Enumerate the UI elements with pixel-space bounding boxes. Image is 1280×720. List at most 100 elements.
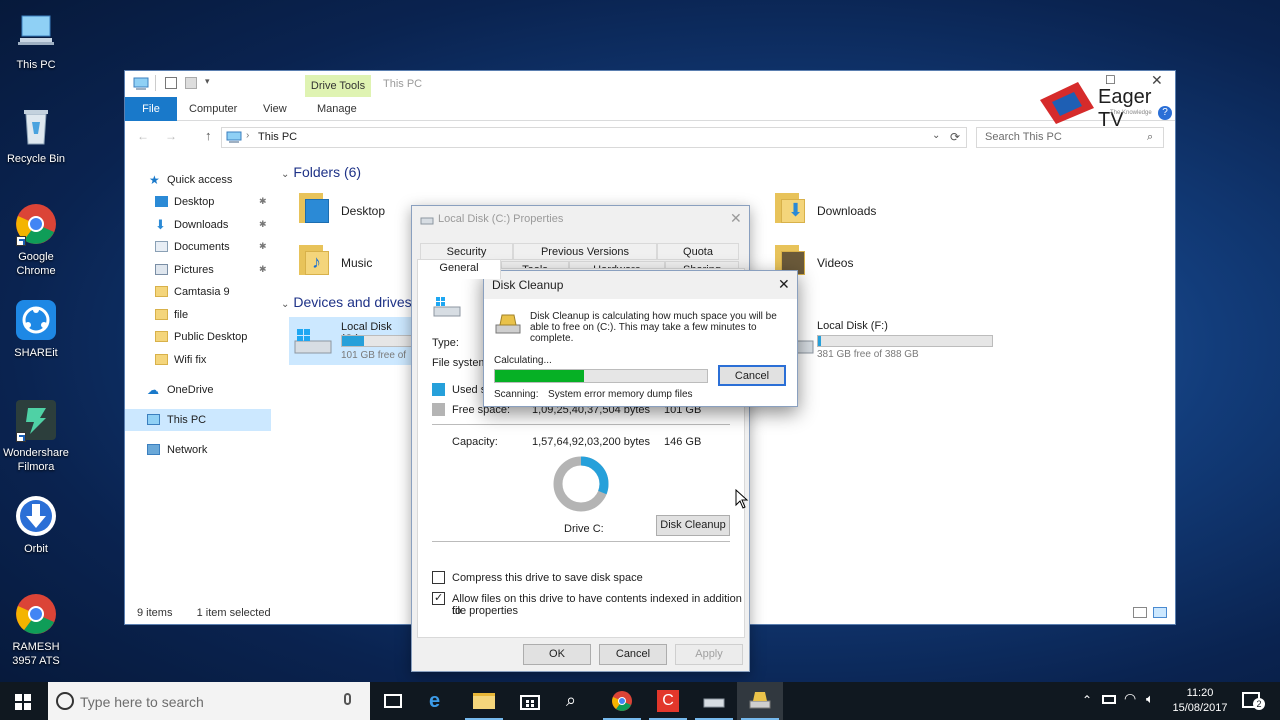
nav-quick-access[interactable]: ★ Quick access <box>125 169 271 191</box>
tab-previous-versions[interactable]: Previous Versions <box>513 243 657 260</box>
index-checkbox[interactable]: ✓ <box>432 592 445 605</box>
up-arrow-icon[interactable]: ↑ <box>205 128 212 143</box>
quick-access-toolbar-dropdown-icon[interactable]: ▾ <box>205 76 210 87</box>
desktop-icon-google-chrome[interactable]: Google Chrome <box>0 202 72 278</box>
nav-documents[interactable]: Documents ✱ <box>125 236 271 258</box>
cleanup-message-line: Disk Cleanup is calculating how much spa… <box>530 311 777 322</box>
desktop-icon-recycle-bin[interactable]: Recycle Bin <box>0 104 72 166</box>
nav-file[interactable]: file <box>125 304 271 326</box>
tab-general[interactable]: General <box>417 259 501 279</box>
taskbar: Type here to search e ⌕ C ⌃ ◠ 🔈︎ 11:20 1… <box>0 682 1280 720</box>
pin-icon[interactable]: ✱ <box>259 242 267 251</box>
help-icon[interactable]: ? <box>1158 106 1172 120</box>
large-icons-view-icon[interactable] <box>1153 607 1167 618</box>
orbit-download-icon <box>14 494 58 538</box>
eager-tv-logo: Eager TV The Knowledge ? <box>1038 78 1178 131</box>
wifi-icon[interactable]: ◠ <box>1124 690 1136 707</box>
windows-start-icon[interactable] <box>15 694 31 710</box>
taskbar-disk-cleanup[interactable] <box>737 682 783 720</box>
nav-network[interactable]: Network <box>125 439 271 461</box>
nav-pictures[interactable]: Pictures ✱ <box>125 259 271 281</box>
folder-music[interactable]: Music <box>341 256 372 270</box>
ok-button[interactable]: OK <box>523 644 591 665</box>
tab-quota[interactable]: Quota <box>657 243 739 260</box>
tab-file[interactable]: File <box>125 97 177 121</box>
battery-icon[interactable] <box>1102 695 1116 704</box>
breadcrumb[interactable]: This PC <box>258 131 297 143</box>
this-pc-icon <box>147 414 160 425</box>
desktop-folder-icon[interactable] <box>297 191 331 225</box>
pin-icon[interactable]: ✱ <box>259 220 267 229</box>
address-row: ← → ↑ › This PC ⌄ ⟳ Search This PC ⌕ <box>125 121 1175 151</box>
desktop-icon-wondershare-filmora[interactable]: Wondershare Filmora <box>0 398 72 474</box>
disk-cleanup-button[interactable]: Disk Cleanup <box>656 515 730 536</box>
window-title: This PC <box>383 78 423 90</box>
close-icon[interactable]: ✕ <box>730 210 742 227</box>
drive-c-tile[interactable]: Local Disk (C:) 101 GB free of <box>289 317 413 365</box>
folder-videos[interactable]: Videos <box>817 256 853 270</box>
cancel-button[interactable]: Cancel <box>599 644 667 665</box>
address-history-dropdown-icon[interactable]: ⌄ <box>932 130 940 141</box>
new-folder-quick-icon[interactable] <box>185 77 197 89</box>
taskbar-edge[interactable]: e <box>416 682 462 720</box>
scanning-label: Scanning: <box>494 389 539 400</box>
apply-button[interactable]: Apply <box>675 644 743 665</box>
close-icon[interactable]: ✕ <box>778 276 790 293</box>
cancel-button[interactable]: Cancel <box>718 365 786 386</box>
microphone-icon[interactable] <box>344 693 351 705</box>
camtasia-icon: C <box>657 690 679 712</box>
desktop-icon-this-pc[interactable]: This PC <box>0 10 72 72</box>
downloads-folder-icon[interactable]: ⬇ <box>773 191 807 225</box>
music-folder-icon[interactable]: ♪ <box>297 243 331 277</box>
refresh-icon[interactable]: ⟳ <box>950 130 960 144</box>
details-view-icon[interactable] <box>1133 607 1147 618</box>
address-bar[interactable]: › This PC ⌄ ⟳ <box>221 127 967 148</box>
taskbar-search-box[interactable]: Type here to search <box>48 682 370 720</box>
taskbar-chrome[interactable] <box>599 682 645 720</box>
nav-public-desktop[interactable]: Public Desktop <box>125 326 271 348</box>
tab-computer[interactable]: Computer <box>179 97 247 121</box>
clock[interactable]: 11:20 15/08/2017 <box>1170 686 1230 716</box>
desktop-icon-shareit[interactable]: SHAREit <box>0 298 72 360</box>
properties-quick-icon[interactable] <box>165 77 177 89</box>
taskbar-drive-properties[interactable] <box>691 682 737 720</box>
volume-icon[interactable]: 🔈︎ <box>1146 691 1154 707</box>
show-hidden-icons-chevron[interactable]: ⌃ <box>1082 693 1092 707</box>
nav-wifi-fix[interactable]: Wifi fix <box>125 349 271 371</box>
disk-cleanup-dialog: Disk Cleanup ✕ Disk Cleanup is calculati… <box>483 270 798 407</box>
cleanup-message-line: complete. <box>530 333 574 344</box>
this-pc-icon <box>226 131 242 143</box>
forward-arrow-icon[interactable]: → <box>165 129 177 143</box>
taskbar-magnifier[interactable]: ⌕ <box>552 682 598 720</box>
folder-desktop[interactable]: Desktop <box>341 204 385 218</box>
desktop-icon-ramesh-ats[interactable]: RAMESH 3957 ATS <box>0 592 72 668</box>
tab-view[interactable]: View <box>253 97 297 121</box>
back-arrow-icon[interactable]: ← <box>137 129 149 143</box>
nav-label: OneDrive <box>167 384 214 396</box>
compress-checkbox[interactable] <box>432 571 445 584</box>
pin-icon[interactable]: ✱ <box>259 197 267 206</box>
nav-downloads[interactable]: ⬇ Downloads ✱ <box>125 214 271 236</box>
task-view-button[interactable] <box>370 682 416 720</box>
folder-downloads[interactable]: Downloads <box>817 204 876 218</box>
devices-section-header[interactable]: ⌄ Devices and drives <box>281 294 412 310</box>
edge-icon: e <box>429 690 441 712</box>
folders-section-header[interactable]: ⌄ Folders (6) <box>281 164 361 180</box>
taskbar-file-explorer[interactable] <box>461 682 507 720</box>
computer-icon <box>14 10 58 54</box>
nav-camtasia[interactable]: Camtasia 9 <box>125 281 271 303</box>
desktop-icon-orbit[interactable]: Orbit <box>0 494 72 556</box>
tab-manage[interactable]: Manage <box>307 97 367 121</box>
nav-this-pc[interactable]: This PC <box>125 409 271 431</box>
divider <box>432 541 730 542</box>
folder-icon <box>155 354 168 365</box>
action-center-icon[interactable]: 2 <box>1242 692 1265 710</box>
filesystem-label: File system: <box>432 357 491 369</box>
taskbar-store[interactable] <box>507 682 553 720</box>
taskbar-camtasia[interactable]: C <box>645 682 691 720</box>
nav-onedrive[interactable]: ☁ OneDrive <box>125 379 271 401</box>
drive-f-label[interactable]: Local Disk (F:) <box>817 320 888 332</box>
pin-icon[interactable]: ✱ <box>259 265 267 274</box>
tab-security[interactable]: Security <box>420 243 513 260</box>
nav-desktop[interactable]: Desktop ✱ <box>125 191 271 213</box>
